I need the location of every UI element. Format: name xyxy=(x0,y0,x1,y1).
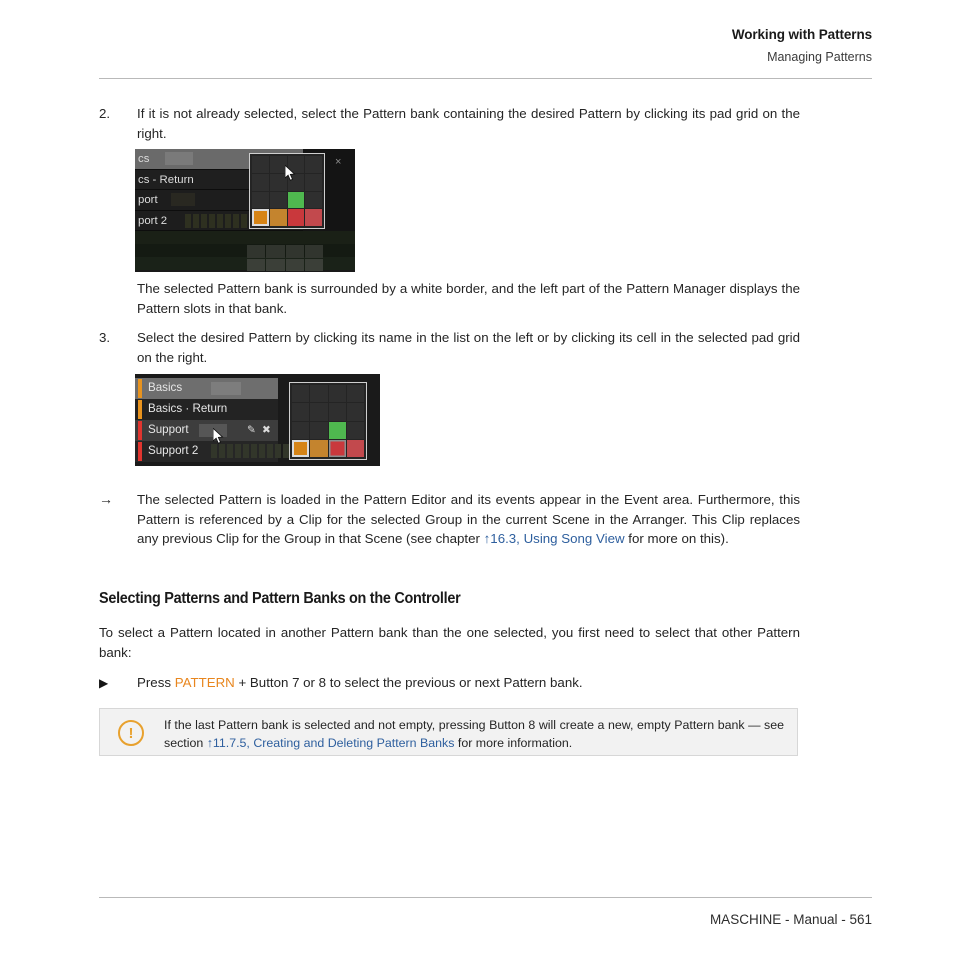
s1-pad-cell-green[interactable] xyxy=(287,191,305,209)
step-2-number: 2. xyxy=(99,106,111,121)
step-3: 3. Select the desired Pattern by clickin… xyxy=(99,328,800,367)
result-text-after-link: for more on this). xyxy=(624,531,729,547)
s2-pad-cell[interactable] xyxy=(310,385,328,403)
mouse-cursor-icon xyxy=(213,428,224,444)
result-block: → The selected Pattern is loaded in the … xyxy=(99,490,800,549)
warning-icon-glyph: ! xyxy=(128,725,134,742)
header-divider xyxy=(99,78,872,79)
s1-pad-cell[interactable] xyxy=(305,156,322,173)
s1-pad-cell[interactable] xyxy=(269,191,287,209)
keyword-pattern: PATTERN xyxy=(174,675,235,690)
s1-pad-cell-orange-selected[interactable] xyxy=(252,209,269,226)
s1-row-label-1[interactable]: cs - Return xyxy=(138,174,194,186)
s1-row-label-0[interactable]: cs xyxy=(138,153,149,165)
s2-row-label: Basics xyxy=(148,381,183,394)
s2-pad-cell-green[interactable] xyxy=(328,421,346,439)
s2-color-bar xyxy=(138,442,142,461)
bullet-triangle-icon: ▶ xyxy=(99,676,109,690)
s2-pad-cell[interactable] xyxy=(346,403,364,421)
xref-link-creating-deleting-pattern-banks[interactable]: ↑11.7.5, Creating and Deleting Pattern B… xyxy=(207,736,455,750)
s2-pad-cell[interactable] xyxy=(310,403,328,421)
warning-icon: ! xyxy=(118,720,144,746)
result-arrow-icon: → xyxy=(99,491,113,507)
s2-row-label: Support 2 xyxy=(148,444,199,457)
s1-swatch-0 xyxy=(165,152,193,165)
screenshot-pattern-manager: Basics Basics · Return Support ✎ ✖ Suppo… xyxy=(135,374,380,466)
page-header: Working with Patterns Managing Patterns xyxy=(99,26,872,66)
bullet-text-after: + Button 7 or 8 to select the previous o… xyxy=(234,675,583,690)
s2-pad-cell[interactable] xyxy=(292,385,310,403)
s2-pad-cell[interactable] xyxy=(328,385,346,403)
bullet-text-before: Press xyxy=(137,675,175,690)
s1-swatch-2 xyxy=(171,193,195,206)
note-text-after-link: for more information. xyxy=(454,735,573,750)
s2-pad-cell-orange-selected[interactable] xyxy=(292,439,310,457)
s1-pad-cell[interactable] xyxy=(305,173,322,191)
xref-link-using-song-view[interactable]: ↑16.3, Using Song View xyxy=(484,531,625,546)
close-icon[interactable]: × xyxy=(335,157,341,168)
s1-pad-grid-ghost xyxy=(247,245,323,271)
s1-pad-cell-orange[interactable] xyxy=(269,209,287,226)
s2-pad-grid-selected[interactable] xyxy=(289,382,367,460)
s1-pad-cell[interactable] xyxy=(252,191,269,209)
note-box: ! If the last Pattern bank is selected a… xyxy=(99,708,798,756)
s1-pad-cell[interactable] xyxy=(252,173,269,191)
step-3-number: 3. xyxy=(99,330,111,345)
bullet-text: Press PATTERN + Button 7 or 8 to select … xyxy=(137,673,800,693)
s1-pad-cell[interactable] xyxy=(269,173,287,191)
s1-pad-cell[interactable] xyxy=(305,191,322,209)
s1-pad-cell[interactable] xyxy=(252,156,269,173)
caption-after-step-2: The selected Pattern bank is surrounded … xyxy=(137,281,800,316)
s2-row-swatch xyxy=(211,382,241,395)
footer-text: MASCHINE - Manual - 561 xyxy=(709,912,872,927)
section-heading: Selecting Patterns and Pattern Banks on … xyxy=(99,590,461,607)
footer-divider xyxy=(99,897,872,898)
delete-icon[interactable]: ✖ xyxy=(262,420,271,441)
result-text: The selected Pattern is loaded in the Pa… xyxy=(137,490,800,549)
s2-pad-cell[interactable] xyxy=(310,421,328,439)
step-3-text: Select the desired Pattern by clicking i… xyxy=(137,330,800,365)
s1-row-label-3[interactable]: port 2 xyxy=(138,215,167,227)
manual-page: Working with Patterns Managing Patterns … xyxy=(0,0,954,954)
s1-pad-cell[interactable] xyxy=(269,156,287,173)
s2-row-label: Support xyxy=(148,423,189,436)
s1-pad-cell-red[interactable] xyxy=(305,209,322,226)
section-intro: To select a Pattern located in another P… xyxy=(99,625,800,660)
step-2-text: If it is not already selected, select th… xyxy=(137,106,800,141)
s2-pad-cell[interactable] xyxy=(328,403,346,421)
step-2: 2. If it is not already selected, select… xyxy=(99,104,800,143)
s1-row-label-2[interactable]: port xyxy=(138,194,158,206)
s2-pad-cell[interactable] xyxy=(346,421,364,439)
s2-pad-cell[interactable] xyxy=(292,421,310,439)
mouse-cursor-icon xyxy=(285,165,296,181)
s2-color-bar xyxy=(138,379,142,398)
screenshot-pattern-manager-cropped: cs cs - Return port port 2 × xyxy=(135,149,355,272)
s2-pad-cell-red-selected[interactable] xyxy=(328,439,346,457)
s2-row-label: Basics · Return xyxy=(148,402,228,415)
header-subtitle: Managing Patterns xyxy=(767,50,872,64)
header-title: Working with Patterns xyxy=(731,27,872,42)
s2-pad-cell-red[interactable] xyxy=(346,439,364,457)
note-text: If the last Pattern bank is selected and… xyxy=(164,717,784,752)
s2-color-bar xyxy=(138,421,142,440)
s2-pad-cell[interactable] xyxy=(292,403,310,421)
s2-color-bar xyxy=(138,400,142,419)
s2-pad-cell-orange[interactable] xyxy=(310,439,328,457)
s2-pad-cell[interactable] xyxy=(346,385,364,403)
edit-icon[interactable]: ✎ xyxy=(247,420,256,441)
bullet-item: ▶ Press PATTERN + Button 7 or 8 to selec… xyxy=(99,673,800,693)
s1-pad-cell-red[interactable] xyxy=(287,209,305,226)
